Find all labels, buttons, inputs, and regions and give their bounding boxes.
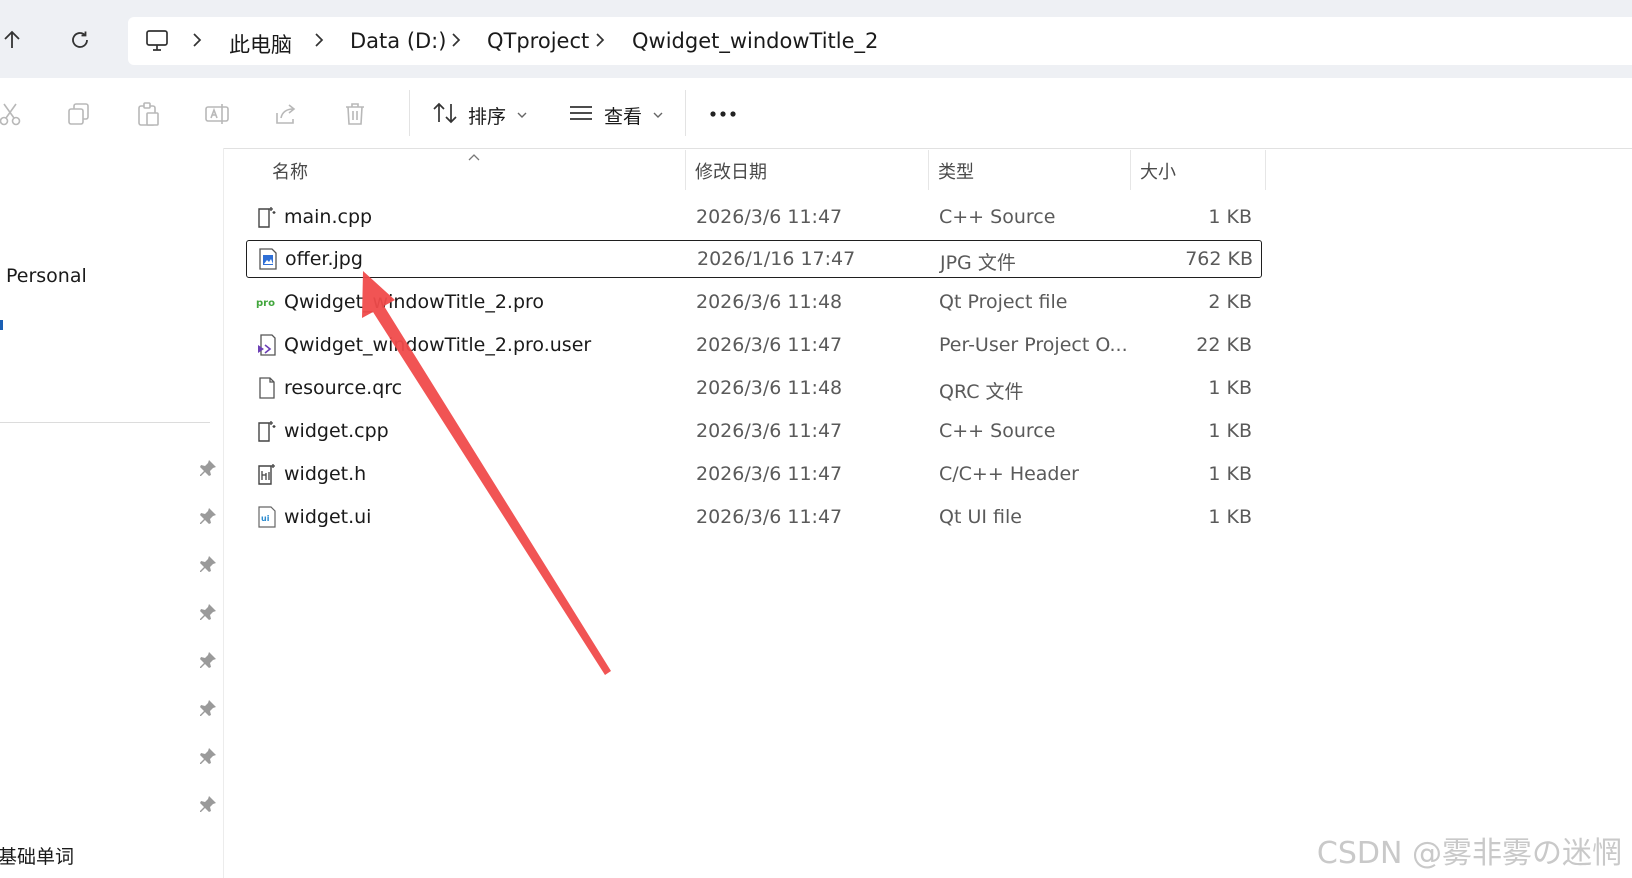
annotation-arrow [362,271,611,675]
watermark: CSDN @雾非雾の迷惘 [1316,836,1622,871]
